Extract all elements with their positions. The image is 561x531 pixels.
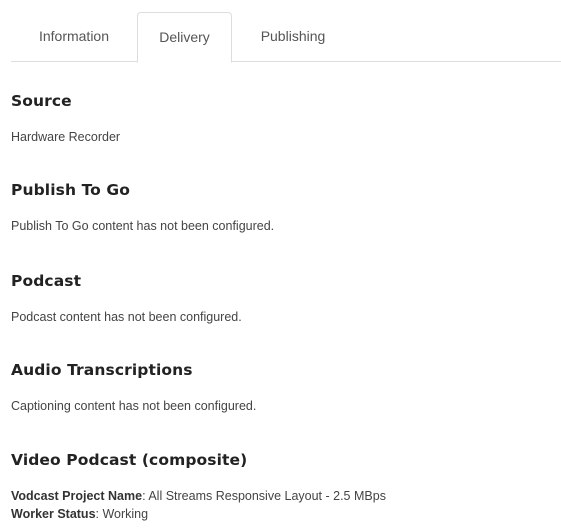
captioning-status: Captioning content has not been configur… — [11, 399, 257, 413]
worker-status-value: : Working — [95, 507, 149, 521]
publish-to-go-heading: Publish To Go — [11, 181, 131, 199]
worker-status: Worker Status: Working — [11, 505, 148, 523]
podcast-heading: Podcast — [11, 272, 82, 290]
vodcast-project-name-label: Vodcast Project Name — [11, 489, 143, 503]
delivery-tabs: Information Delivery Publishing — [11, 12, 561, 63]
tab-publishing[interactable]: Publishing — [232, 12, 354, 62]
vodcast-project-name: Vodcast Project Name: All Streams Respon… — [11, 487, 386, 505]
source-heading: Source — [11, 92, 72, 110]
video-podcast-heading: Video Podcast (composite) — [11, 451, 248, 469]
source-value: Hardware Recorder — [11, 130, 121, 144]
podcast-status: Podcast content has not been configured. — [11, 310, 242, 324]
vodcast-project-name-value: : All Streams Responsive Layout - 2.5 MB… — [142, 489, 386, 503]
audio-transcriptions-heading: Audio Transcriptions — [11, 361, 193, 379]
tab-information[interactable]: Information — [11, 12, 137, 62]
worker-status-label: Worker Status — [11, 507, 96, 521]
tab-delivery[interactable]: Delivery — [137, 12, 232, 63]
publish-to-go-status: Publish To Go content has not been confi… — [11, 219, 275, 233]
